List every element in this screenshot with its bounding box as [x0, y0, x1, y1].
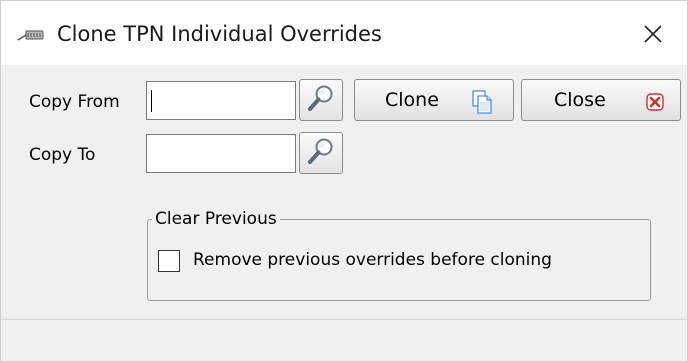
copy-document-icon: [471, 90, 493, 119]
close-button[interactable]: Close: [521, 79, 681, 121]
red-x-icon: [646, 93, 664, 116]
clone-tpn-overrides-dialog: Clone TPN Individual Overrides Copy From…: [0, 0, 688, 362]
copy-to-input-box[interactable]: [146, 134, 296, 173]
close-button-label: Close: [554, 89, 606, 111]
clone-button[interactable]: Clone: [354, 79, 514, 121]
copy-from-input-box[interactable]: [146, 81, 296, 120]
text-caret: [151, 90, 152, 112]
magnifier-icon: [306, 83, 336, 117]
close-icon[interactable]: [633, 15, 673, 53]
remove-previous-checkbox[interactable]: [158, 250, 180, 272]
title-bar: Clone TPN Individual Overrides: [1, 1, 687, 65]
status-bar: [1, 319, 687, 361]
copy-to-lookup-button[interactable]: [299, 132, 343, 174]
copy-from-lookup-button[interactable]: [299, 79, 343, 121]
remove-previous-label[interactable]: Remove previous overrides before cloning: [193, 249, 552, 271]
window-title: Clone TPN Individual Overrides: [57, 22, 382, 46]
copy-to-label: Copy To: [29, 145, 96, 165]
copy-from-label: Copy From: [29, 92, 120, 112]
clear-previous-legend: Clear Previous: [152, 208, 280, 230]
copy-to-input[interactable]: [147, 135, 295, 172]
copy-from-input[interactable]: [147, 82, 295, 119]
clone-button-label: Clone: [385, 89, 439, 111]
tpn-bag-icon: [17, 27, 45, 41]
magnifier-icon: [306, 136, 336, 170]
